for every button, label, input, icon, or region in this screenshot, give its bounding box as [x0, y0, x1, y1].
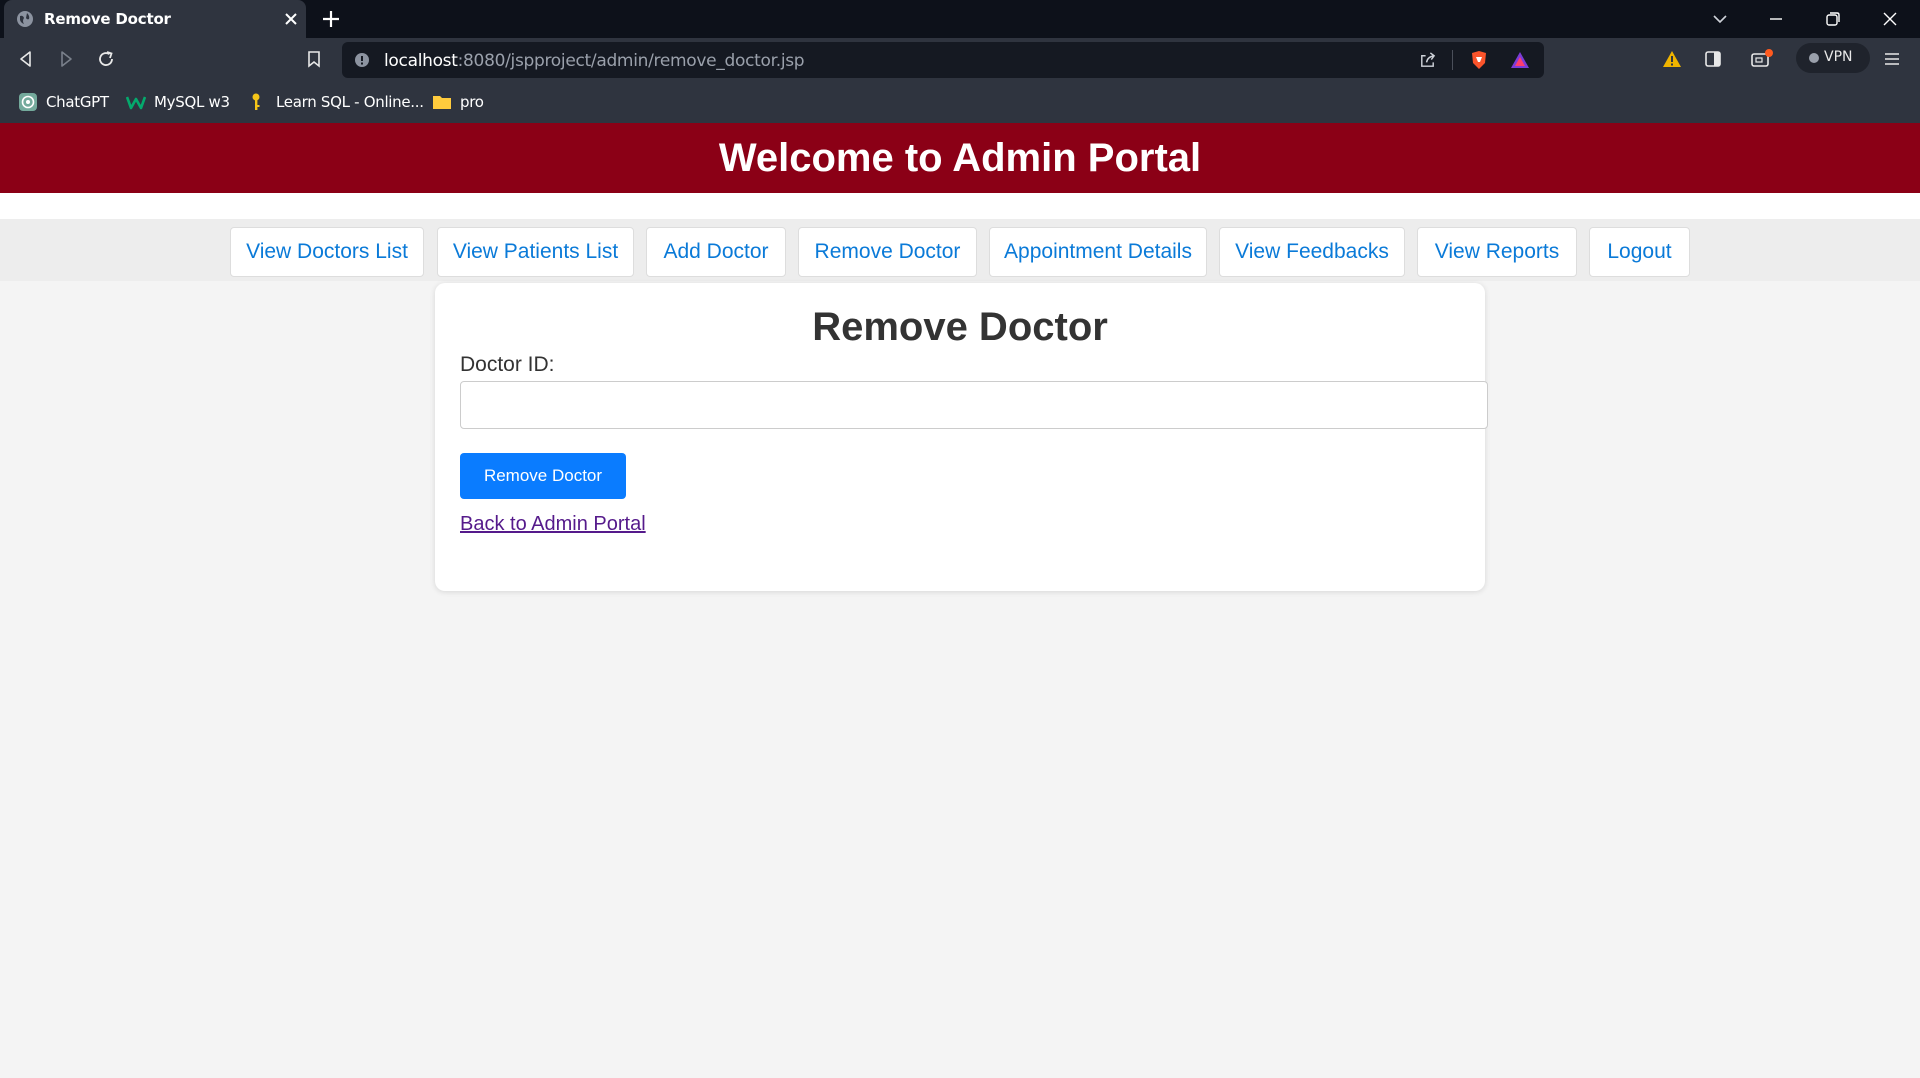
rewards-triangle-icon[interactable]: [1509, 50, 1531, 70]
tab-title: Remove Doctor: [44, 10, 171, 28]
globe-icon: [17, 11, 33, 27]
sidebar-icon[interactable]: [1703, 49, 1723, 69]
bookmark-icon[interactable]: [304, 49, 324, 69]
vpn-status-icon: [1809, 53, 1819, 63]
key-icon: [252, 93, 260, 110]
doctor-id-input[interactable]: [460, 381, 1488, 429]
bookmark-chatgpt[interactable]: ChatGPT: [18, 91, 110, 113]
bookmarks-bar: ChatGPT MySQL w3 Learn SQL - Online... p…: [0, 80, 1920, 123]
reload-icon[interactable]: [96, 49, 116, 69]
nav-view-feedbacks[interactable]: View Feedbacks: [1219, 227, 1405, 277]
chevron-down-icon[interactable]: [1710, 9, 1730, 29]
close-icon[interactable]: [282, 10, 300, 28]
nav-view-patients-list[interactable]: View Patients List: [437, 227, 634, 277]
page-viewport: Welcome to Admin Portal View Doctors Lis…: [0, 123, 1920, 1078]
remove-doctor-button[interactable]: Remove Doctor: [460, 453, 626, 499]
back-icon[interactable]: [16, 49, 36, 69]
w3schools-icon: [126, 96, 146, 110]
window-close-icon[interactable]: [1880, 9, 1900, 29]
forward-icon[interactable]: [56, 49, 76, 69]
brave-shield-icon[interactable]: [1468, 49, 1490, 71]
menu-icon[interactable]: [1882, 49, 1902, 69]
nav-view-doctors-list[interactable]: View Doctors List: [230, 227, 424, 277]
remove-doctor-card: Remove Doctor Doctor ID: Remove Doctor B…: [435, 283, 1488, 591]
new-tab-icon[interactable]: [320, 8, 342, 30]
url-text[interactable]: localhost:8080/jspproject/admin/remove_d…: [384, 51, 805, 71]
browser-toolbar: localhost:8080/jspproject/admin/remove_d…: [0, 38, 1920, 80]
info-icon[interactable]: [354, 52, 370, 68]
nav-view-reports[interactable]: View Reports: [1417, 227, 1577, 277]
bookmark-folder-pro[interactable]: pro: [432, 91, 498, 113]
bookmark-mysql-w3[interactable]: MySQL w3: [126, 91, 230, 113]
wallet-icon[interactable]: [1750, 49, 1774, 69]
doctor-id-label: Doctor ID:: [460, 353, 555, 376]
nav-logout[interactable]: Logout: [1589, 227, 1690, 277]
browser-tab-bar: Remove Doctor: [0, 0, 1920, 38]
nav-remove-doctor[interactable]: Remove Doctor: [798, 227, 977, 277]
warning-icon[interactable]: [1662, 49, 1682, 69]
share-icon[interactable]: [1418, 51, 1437, 70]
back-to-admin-portal-link[interactable]: Back to Admin Portal: [460, 513, 646, 536]
restore-icon[interactable]: [1823, 9, 1843, 29]
browser-tab-active[interactable]: Remove Doctor: [4, 0, 306, 38]
chatgpt-icon: [19, 93, 37, 111]
bookmark-learn-sql[interactable]: Learn SQL - Online...: [248, 91, 424, 113]
nav-add-doctor[interactable]: Add Doctor: [646, 227, 786, 277]
omnibox-divider: [1452, 50, 1453, 70]
header-spacer: [0, 193, 1920, 219]
portal-header: Welcome to Admin Portal: [0, 123, 1920, 193]
admin-nav: View Doctors List View Patients List Add…: [0, 219, 1920, 281]
address-bar[interactable]: localhost:8080/jspproject/admin/remove_d…: [342, 42, 1544, 78]
folder-icon: [433, 96, 451, 109]
vpn-button[interactable]: VPN: [1796, 43, 1870, 73]
nav-appointment-details[interactable]: Appointment Details: [989, 227, 1207, 277]
form-title: Remove Doctor: [812, 305, 1108, 349]
portal-title: Welcome to Admin Portal: [718, 136, 1202, 180]
minimize-icon[interactable]: [1766, 9, 1786, 29]
